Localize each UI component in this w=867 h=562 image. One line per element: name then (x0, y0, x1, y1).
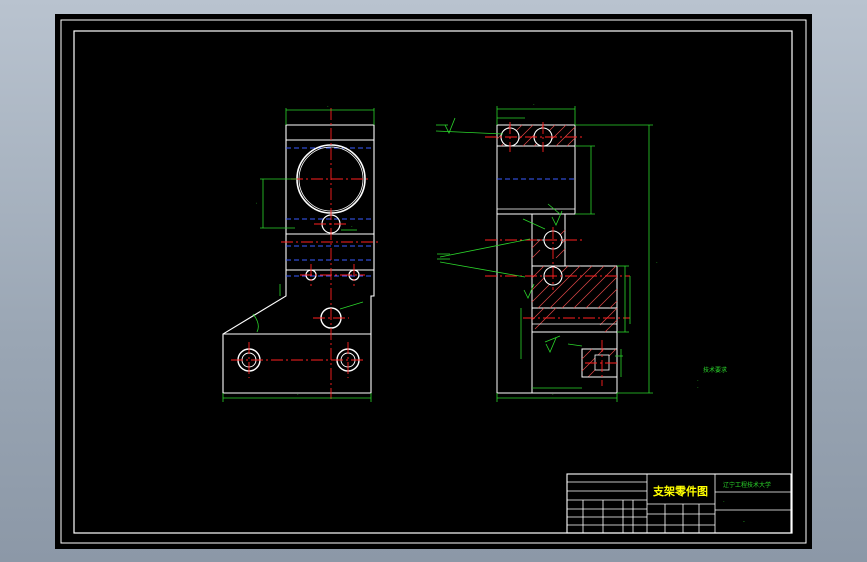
hatch-top (496, 124, 576, 147)
hatch-middle (531, 229, 618, 309)
school-name: 辽宁工程技术大学 (723, 481, 771, 489)
front-view-outline (222, 124, 375, 394)
part-label: - (743, 519, 745, 525)
cad-drawing: - - - - - - - 技术要求 - - 支架零件图 辽宁工程技术大学 - … (60, 19, 807, 544)
tech-requirements: 技术要求 - - (697, 366, 727, 390)
tech-req-line-2: - (697, 385, 699, 390)
drawing-viewport[interactable]: - - - - - - - 技术要求 - - 支架零件图 辽宁工程技术大学 - … (55, 14, 812, 549)
outer-border (60, 19, 807, 544)
svg-text:-: - (656, 260, 658, 265)
svg-text:-: - (533, 102, 535, 107)
inner-border (73, 30, 793, 534)
drawing-subtitle: - (723, 499, 725, 504)
svg-text:-: - (327, 104, 329, 109)
svg-text:-: - (254, 202, 259, 204)
hatch-bottom (531, 307, 618, 333)
drawing-title: 支架零件图 (652, 484, 708, 498)
svg-text:-: - (351, 224, 353, 229)
section-view: - - - (435, 102, 658, 402)
front-view: - - - - (222, 104, 381, 402)
tech-req-heading: 技术要求 (703, 366, 727, 374)
tech-req-line-1: - (697, 378, 699, 383)
